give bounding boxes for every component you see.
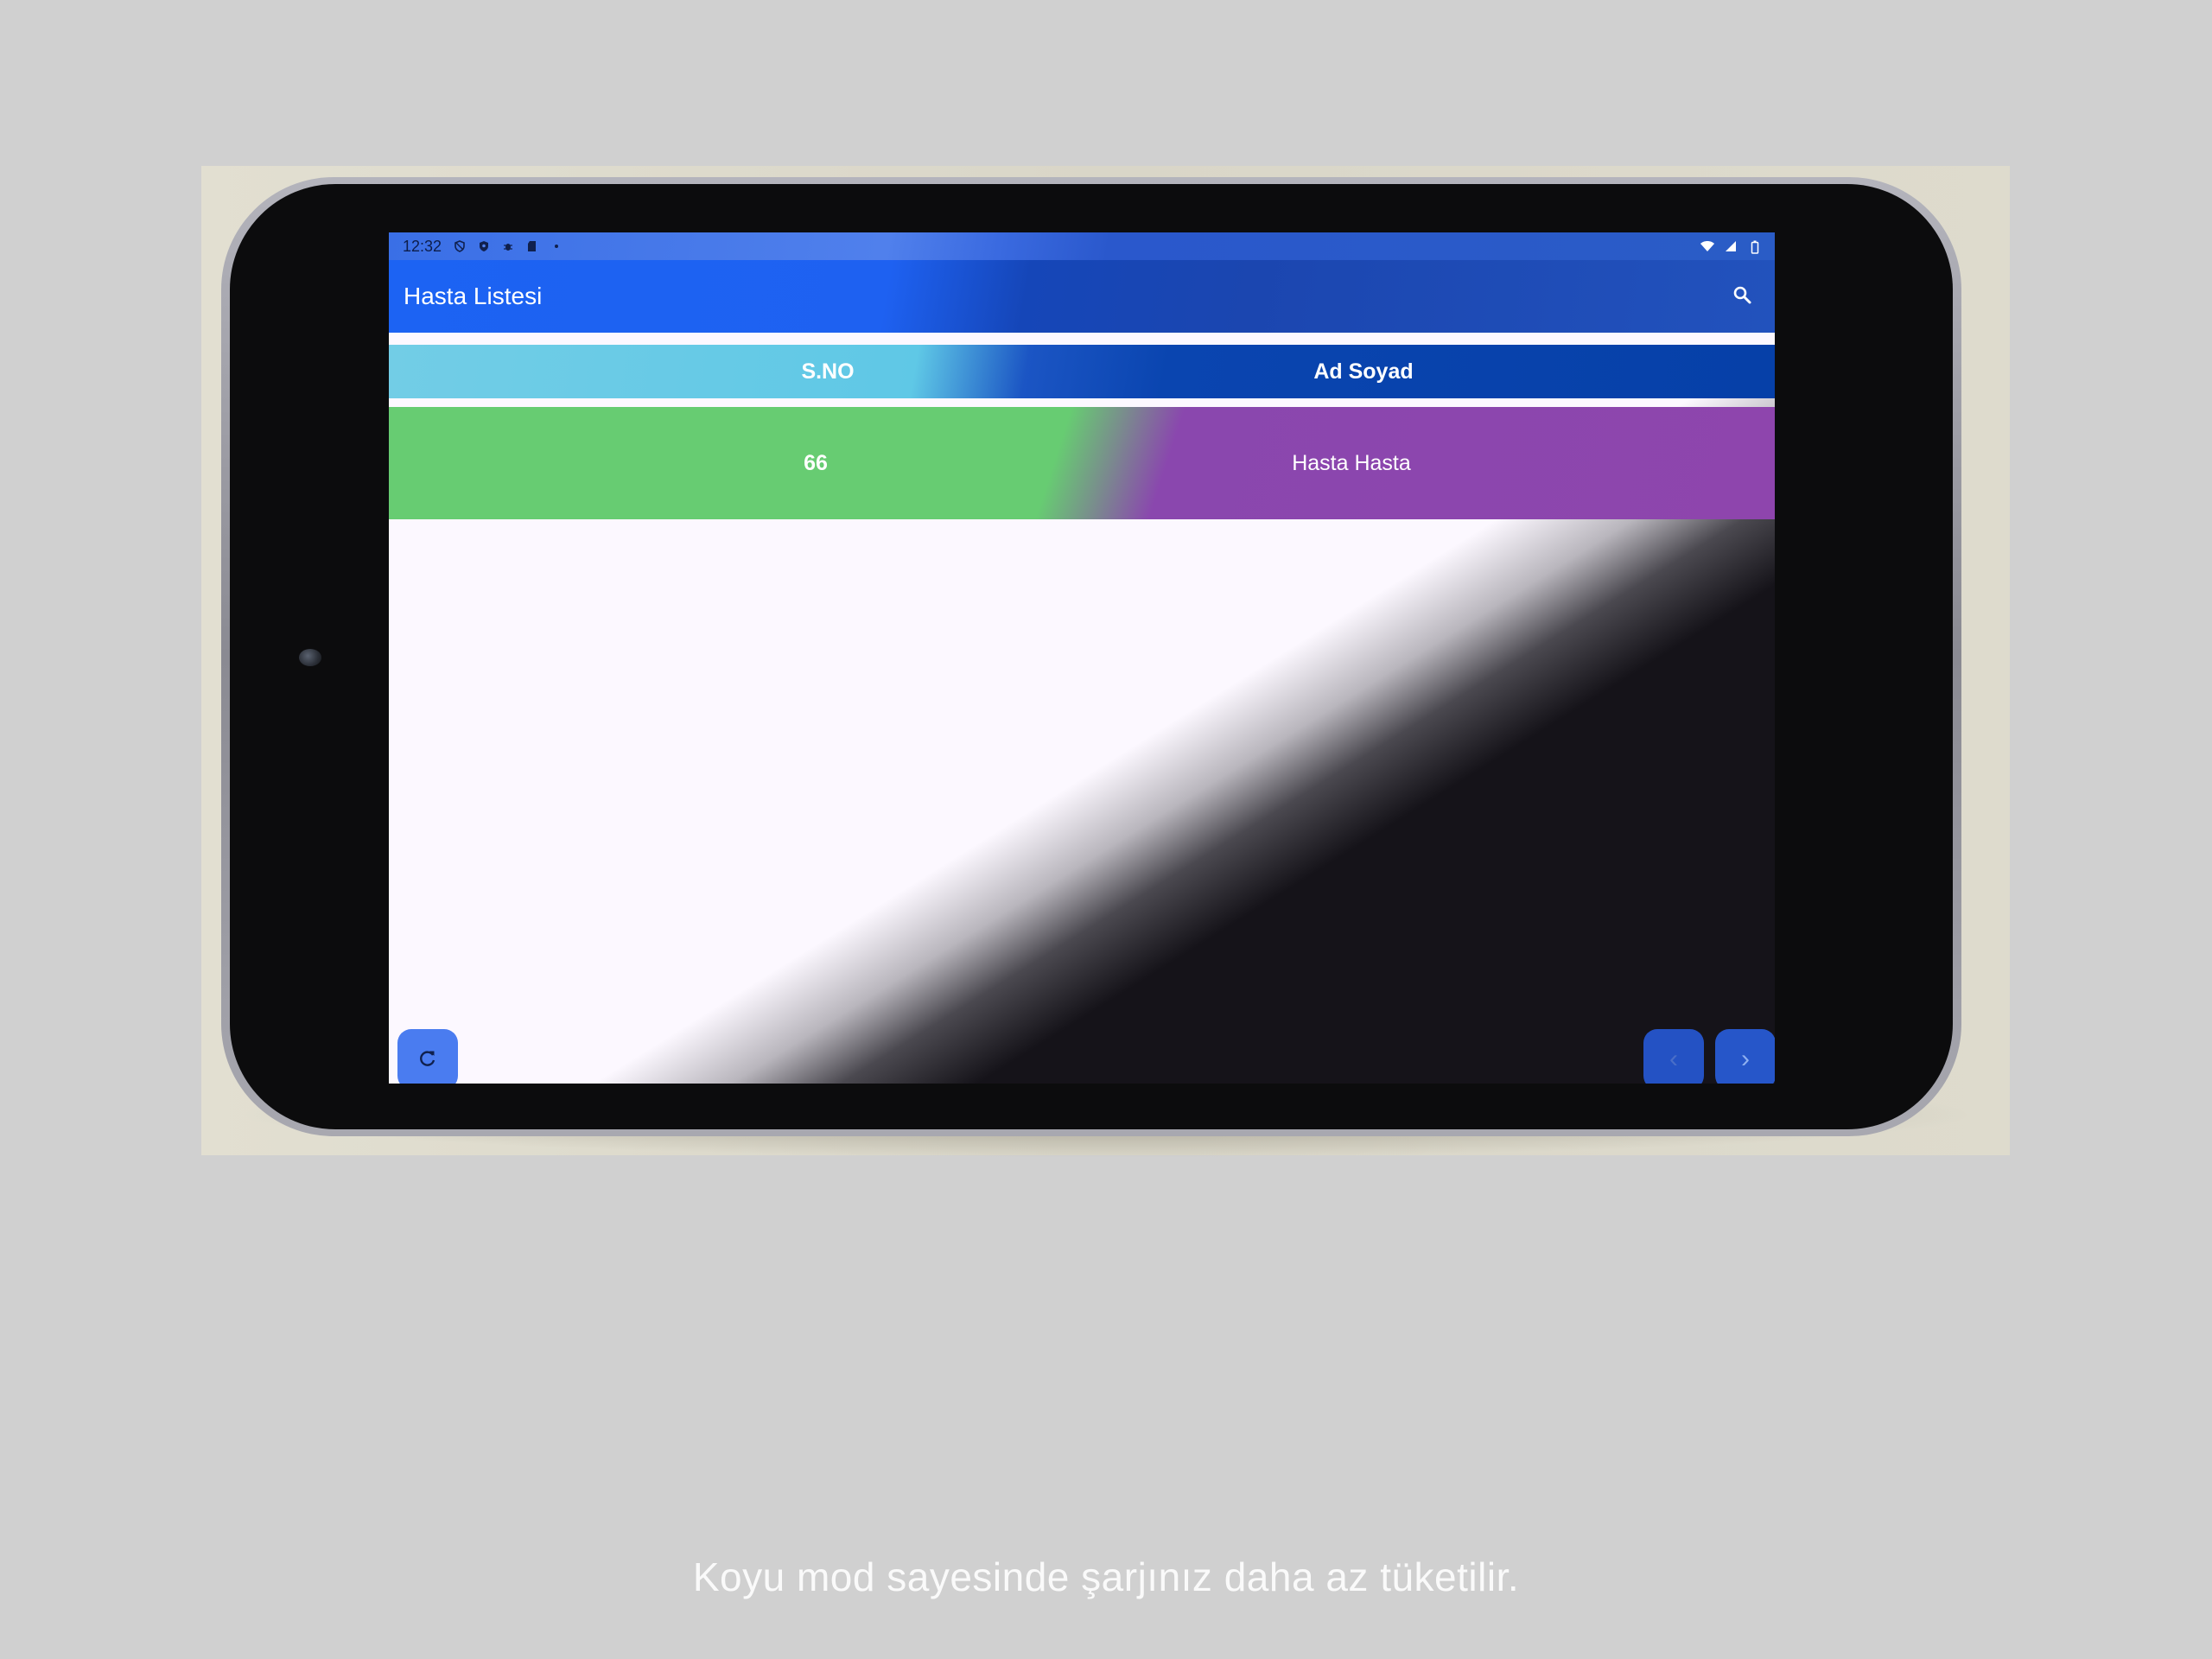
debug-icon [502,240,514,252]
page-title: Hasta Listesi [404,283,543,309]
battery-icon [1749,240,1761,254]
refresh-icon [417,1048,438,1071]
dot-icon [550,240,563,252]
column-header-name: Ad Soyad [1313,359,1414,384]
search-button[interactable] [1725,279,1759,314]
row-sno-cell: 66 [804,451,828,475]
sd-card-icon [526,240,538,252]
shield-icon [478,240,490,252]
next-page-button[interactable]: › [1715,1029,1775,1084]
app-screen: 12:32 Hasta Listesi S.NO Ad Soyad 66 Has… [389,232,1775,1084]
promo-caption: Koyu mod sayesinde şarjınız daha az tüke… [692,1554,1520,1599]
status-time: 12:32 [403,237,442,255]
camera-icon [299,649,321,666]
refresh-button[interactable] [397,1029,458,1084]
previous-page-button[interactable]: ‹ [1643,1029,1704,1084]
chevron-left-icon: ‹ [1669,1045,1678,1073]
signal-icon [1725,240,1737,252]
status-bar: 12:32 [389,232,1775,260]
row-name-cell: Hasta Hasta [1292,451,1411,475]
app-bar: Hasta Listesi [389,260,1775,333]
promo-stage: 12:32 Hasta Listesi S.NO Ad Soyad 66 Has… [0,0,2212,1659]
table-row[interactable]: 66 Hasta Hasta [389,407,1775,519]
status-left: 12:32 [403,238,563,256]
table-header: S.NO Ad Soyad [389,345,1775,398]
wifi-icon [1700,240,1714,252]
chevron-right-icon: › [1741,1045,1750,1073]
column-header-sno: S.NO [801,359,855,384]
status-right [1700,240,1761,254]
search-icon [1732,284,1752,309]
vpn-icon [454,240,466,252]
